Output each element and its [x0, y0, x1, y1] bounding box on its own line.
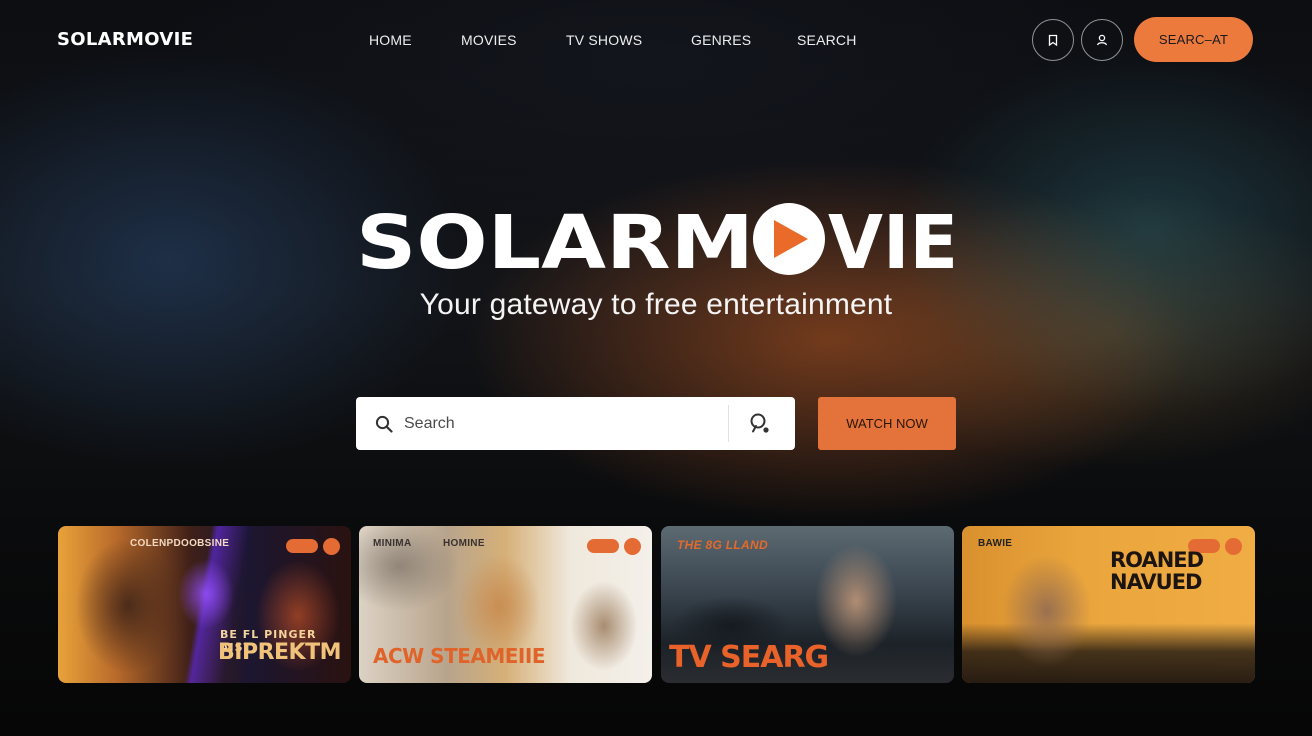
hero-logo-text-right: VIE	[828, 200, 958, 286]
nav-home[interactable]: HOME	[369, 32, 412, 48]
card-2-top-label: MINIMA	[373, 538, 412, 549]
search-bar	[356, 397, 795, 450]
search-submit-icon[interactable]	[748, 411, 774, 437]
hero-logo-text-left: SOLARM	[356, 200, 754, 286]
card-2-top-label-2: HOMINE	[443, 538, 485, 549]
card-3-title: TV SEARG	[669, 640, 829, 675]
card-4-top-label: BAWIE	[978, 538, 1013, 549]
card-1-top-label: COLENPDOOBSINE	[130, 538, 230, 549]
search-input[interactable]	[404, 397, 724, 450]
movie-card-2[interactable]: MINIMA HOMINE ACW STEAMEIIE	[359, 526, 652, 683]
card-1-badge	[286, 539, 318, 553]
card-4-dot	[1225, 538, 1242, 555]
bookmark-button[interactable]	[1032, 19, 1074, 61]
movie-card-1[interactable]: COLENPDOOBSINE BE FL PINGER AIST BIPREKT…	[58, 526, 351, 683]
card-2-title: ACW STEAMEIIE	[373, 644, 545, 668]
nav-movies[interactable]: MOVIES	[461, 32, 517, 48]
card-1-title: BIPREKTM	[218, 640, 342, 665]
nav-genres[interactable]: GENRES	[691, 32, 751, 48]
search-icon	[375, 415, 393, 433]
movie-card-3[interactable]: THE 8G LLAND TV SEARG	[661, 526, 954, 683]
user-icon	[1096, 34, 1108, 46]
card-3-top-label: THE 8G LLAND	[677, 538, 768, 552]
movie-card-4[interactable]: BAWIE ROANED NAVUED	[962, 526, 1255, 683]
bookmark-icon	[1048, 34, 1058, 47]
card-2-dot	[624, 538, 641, 555]
watch-now-button[interactable]: WATCH NOW	[818, 397, 956, 450]
card-4-title-line2: NAVUED	[1110, 570, 1202, 594]
hero-logo: SOLARM VIE	[356, 200, 958, 286]
user-button[interactable]	[1081, 19, 1123, 61]
top-nav: SOLARMOVIE HOME MOVIES TV SHOWS GENRES S…	[0, 0, 1312, 80]
card-4-title-line1: ROANED	[1110, 548, 1204, 572]
search-divider	[728, 405, 729, 442]
header-cta-button[interactable]: SEARC–AT	[1134, 17, 1253, 62]
site-logo[interactable]: SOLARMOVIE	[57, 29, 193, 50]
nav-tv-shows[interactable]: TV SHOWS	[566, 32, 642, 48]
nav-search[interactable]: SEARCH	[797, 32, 857, 48]
card-1-dot	[323, 538, 340, 555]
card-2-badge	[587, 539, 619, 553]
hero-logo-graphic: SOLARM VIE	[356, 200, 958, 286]
hero-tagline: Your gateway to free entertainment	[419, 288, 893, 321]
